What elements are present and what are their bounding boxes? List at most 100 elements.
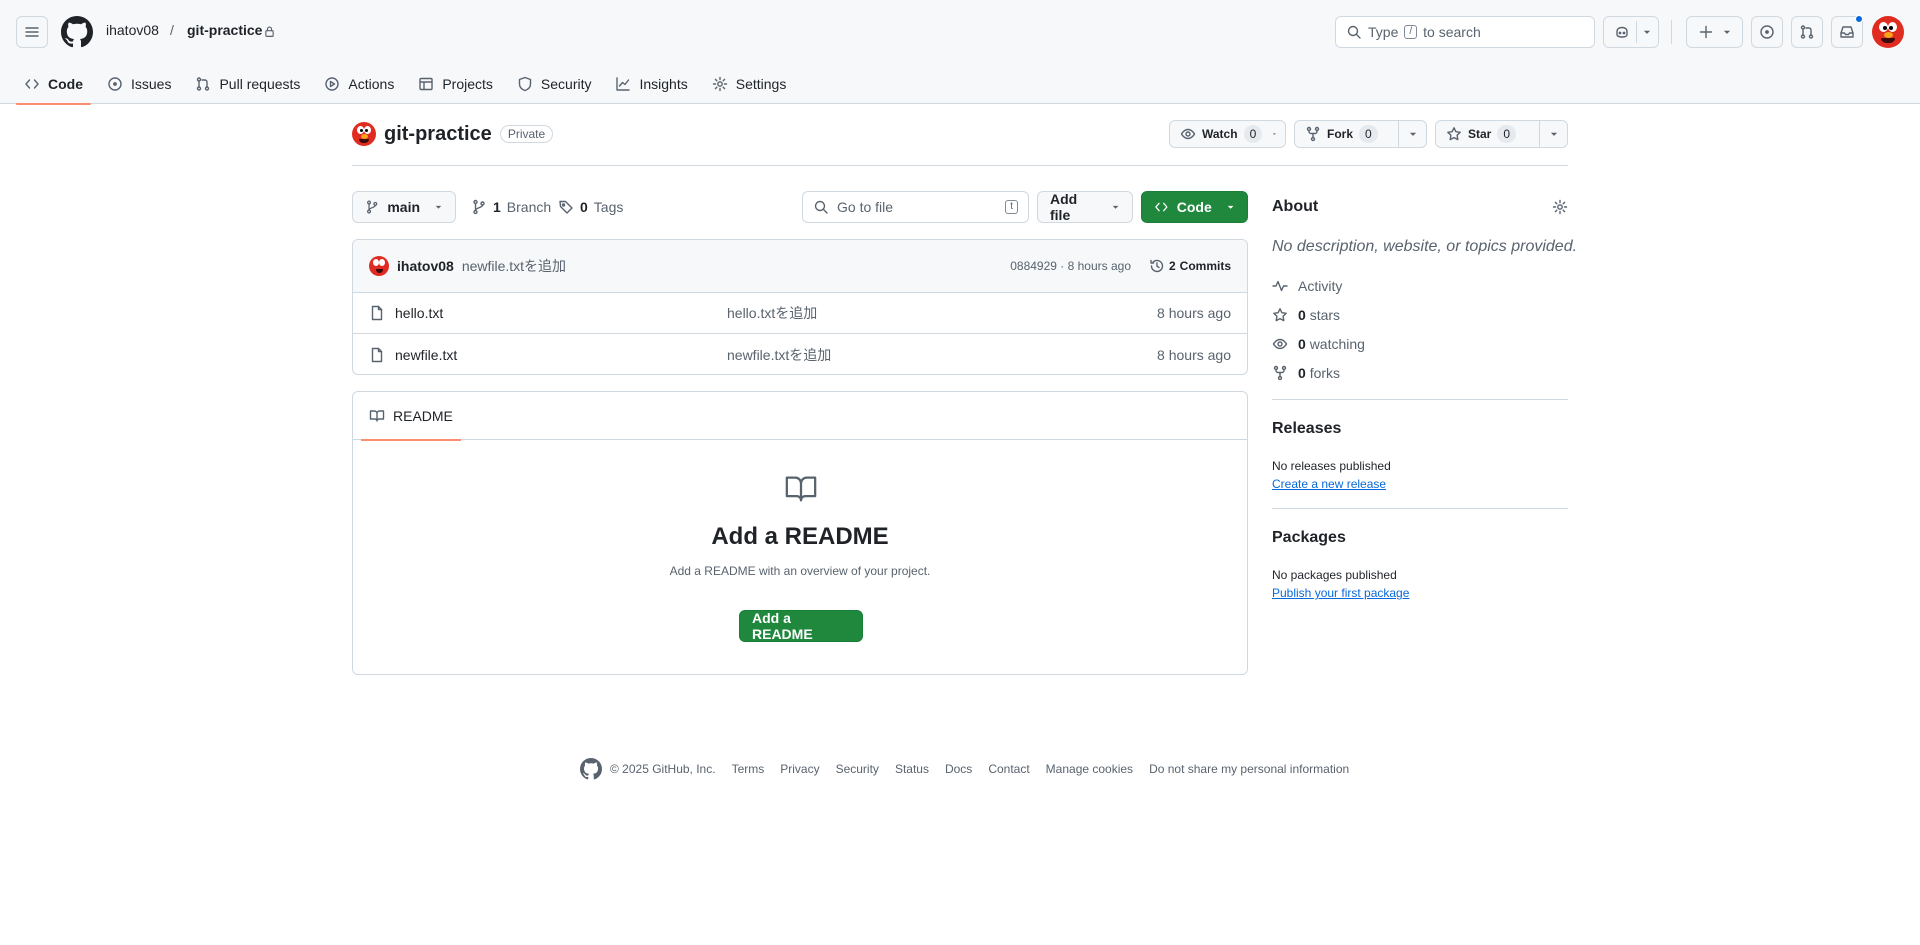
go-to-file-input[interactable]: Go to file t (802, 191, 1029, 223)
repo-name[interactable]: git-practice (384, 123, 492, 146)
publish-package-link[interactable]: Publish your first package (1272, 586, 1409, 600)
watch-main[interactable]: Watch 0 (1170, 121, 1272, 147)
copilot-icon (1616, 26, 1628, 38)
menu-button[interactable] (16, 16, 48, 48)
commit-author[interactable]: ihatov08 (397, 258, 454, 274)
file-name[interactable]: hello.txt (395, 305, 443, 321)
stars-count: 0 (1298, 307, 1306, 323)
branch-select-button[interactable]: main (352, 191, 456, 223)
watching-link[interactable]: 0 watching (1272, 336, 1365, 352)
fork-dropdown[interactable] (1398, 121, 1426, 147)
code-icon (1155, 202, 1168, 212)
footer-link-status[interactable]: Status (895, 762, 929, 776)
forks-link[interactable]: 0 forks (1272, 365, 1340, 381)
commit-message[interactable]: newfile.txtを追加 (462, 256, 566, 276)
code-button[interactable]: Code (1141, 191, 1248, 223)
plus-icon (1699, 25, 1712, 39)
book-icon (369, 410, 385, 422)
tab-projects[interactable]: Projects (410, 64, 501, 104)
github-logo[interactable] (61, 16, 93, 48)
tab-security[interactable]: Security (509, 64, 600, 104)
book-icon (785, 476, 817, 502)
add-file-button[interactable]: Add file (1037, 191, 1133, 223)
releases-title[interactable]: Releases (1272, 420, 1341, 438)
header-top-bar: ihatov08 / git-practice Type / to search (0, 0, 1920, 64)
play-circle-icon (325, 77, 340, 91)
footer-link-docs[interactable]: Docs (945, 762, 972, 776)
about-title: About (1272, 198, 1319, 215)
issues-button[interactable] (1751, 16, 1783, 48)
tab-pull-requests[interactable]: Pull requests (187, 64, 308, 104)
footer-link-manage-cookies[interactable]: Manage cookies (1046, 762, 1133, 776)
file-commit-message[interactable]: newfile.txtを追加 (727, 345, 831, 365)
tab-settings[interactable]: Settings (704, 64, 795, 104)
commits-link[interactable]: 2 Commits (1149, 258, 1231, 274)
user-avatar[interactable] (1872, 16, 1904, 48)
tags-link[interactable]: 0 Tags (558, 199, 623, 215)
chevron-down-icon[interactable] (1272, 129, 1277, 139)
git-branch-icon (367, 200, 378, 214)
create-new-button[interactable] (1686, 16, 1743, 48)
commit-author-avatar[interactable] (369, 256, 389, 276)
packages-title[interactable]: Packages (1272, 529, 1346, 547)
chevron-down-icon (435, 205, 442, 209)
breadcrumb-owner[interactable]: ihatov08 (106, 22, 159, 38)
tab-label: Pull requests (219, 76, 301, 92)
fork-button[interactable]: Fork 0 (1294, 120, 1427, 148)
global-header: ihatov08 / git-practice Type / to search (0, 0, 1920, 105)
branches-link[interactable]: 1 Branch (471, 199, 551, 215)
repo-owner-avatar[interactable] (352, 122, 376, 146)
table-row: hello.txt hello.txtを追加 8 hours ago (353, 293, 1247, 334)
search-input[interactable]: Type / to search (1335, 16, 1595, 48)
star-main[interactable]: Star 0 (1436, 121, 1539, 147)
activity-link[interactable]: Activity (1272, 278, 1342, 294)
commit-meta[interactable]: 0884929 · 8 hours ago (1010, 259, 1131, 273)
table-row: newfile.txt newfile.txtを追加 8 hours ago (353, 334, 1247, 374)
readme-description: Add a README with an overview of your pr… (669, 564, 931, 578)
file-icon (371, 347, 383, 362)
chevron-down-icon[interactable] (1642, 27, 1652, 37)
pull-requests-button[interactable] (1791, 16, 1823, 48)
file-commit-message[interactable]: hello.txtを追加 (727, 303, 817, 323)
watching-count: 0 (1298, 336, 1306, 352)
tab-insights[interactable]: Insights (607, 64, 695, 104)
tab-issues[interactable]: Issues (99, 64, 179, 104)
tab-actions[interactable]: Actions (316, 64, 402, 104)
stars-link[interactable]: 0 stars (1272, 307, 1340, 323)
breadcrumb-repo[interactable]: git-practice (187, 22, 262, 38)
star-dropdown[interactable] (1539, 121, 1567, 147)
watch-label: Watch (1202, 127, 1238, 141)
footer-link-privacy[interactable]: Privacy (780, 762, 819, 776)
add-readme-button[interactable]: Add a README (739, 610, 863, 642)
tab-code[interactable]: Code (16, 64, 91, 105)
gear-icon[interactable] (1552, 199, 1568, 215)
copilot-button[interactable] (1603, 16, 1659, 48)
repo-forked-icon (1273, 365, 1287, 381)
readme-panel: README Add a README Add a README with an… (352, 391, 1248, 675)
footer-link-do-not-share[interactable]: Do not share my personal information (1149, 762, 1349, 776)
footer-link-contact[interactable]: Contact (988, 762, 1029, 776)
header-divider (1671, 20, 1672, 44)
watch-count: 0 (1243, 125, 1263, 143)
file-table: ihatov08 newfile.txtを追加 0884929 · 8 hour… (352, 239, 1248, 375)
github-logo-icon[interactable] (580, 758, 602, 780)
tab-label: Actions (348, 76, 395, 92)
tab-label: Issues (131, 76, 172, 92)
breadcrumb-separator: / (170, 22, 174, 38)
star-button[interactable]: Star 0 (1435, 120, 1568, 148)
eye-icon (1180, 128, 1196, 140)
code-icon (25, 79, 39, 89)
footer-link-terms[interactable]: Terms (732, 762, 765, 776)
gear-icon (712, 76, 727, 92)
footer-link-security[interactable]: Security (836, 762, 879, 776)
readme-tab[interactable]: README (361, 392, 461, 441)
star-label: Star (1468, 127, 1492, 141)
watch-button[interactable]: Watch 0 (1169, 120, 1286, 148)
fork-main[interactable]: Fork 0 (1295, 121, 1398, 147)
file-name[interactable]: newfile.txt (395, 347, 457, 363)
star-icon (1273, 308, 1287, 322)
forks-label: forks (1309, 365, 1341, 381)
branch-label: Branch (506, 199, 552, 215)
star-count: 0 (1497, 125, 1517, 143)
create-release-link[interactable]: Create a new release (1272, 477, 1386, 491)
